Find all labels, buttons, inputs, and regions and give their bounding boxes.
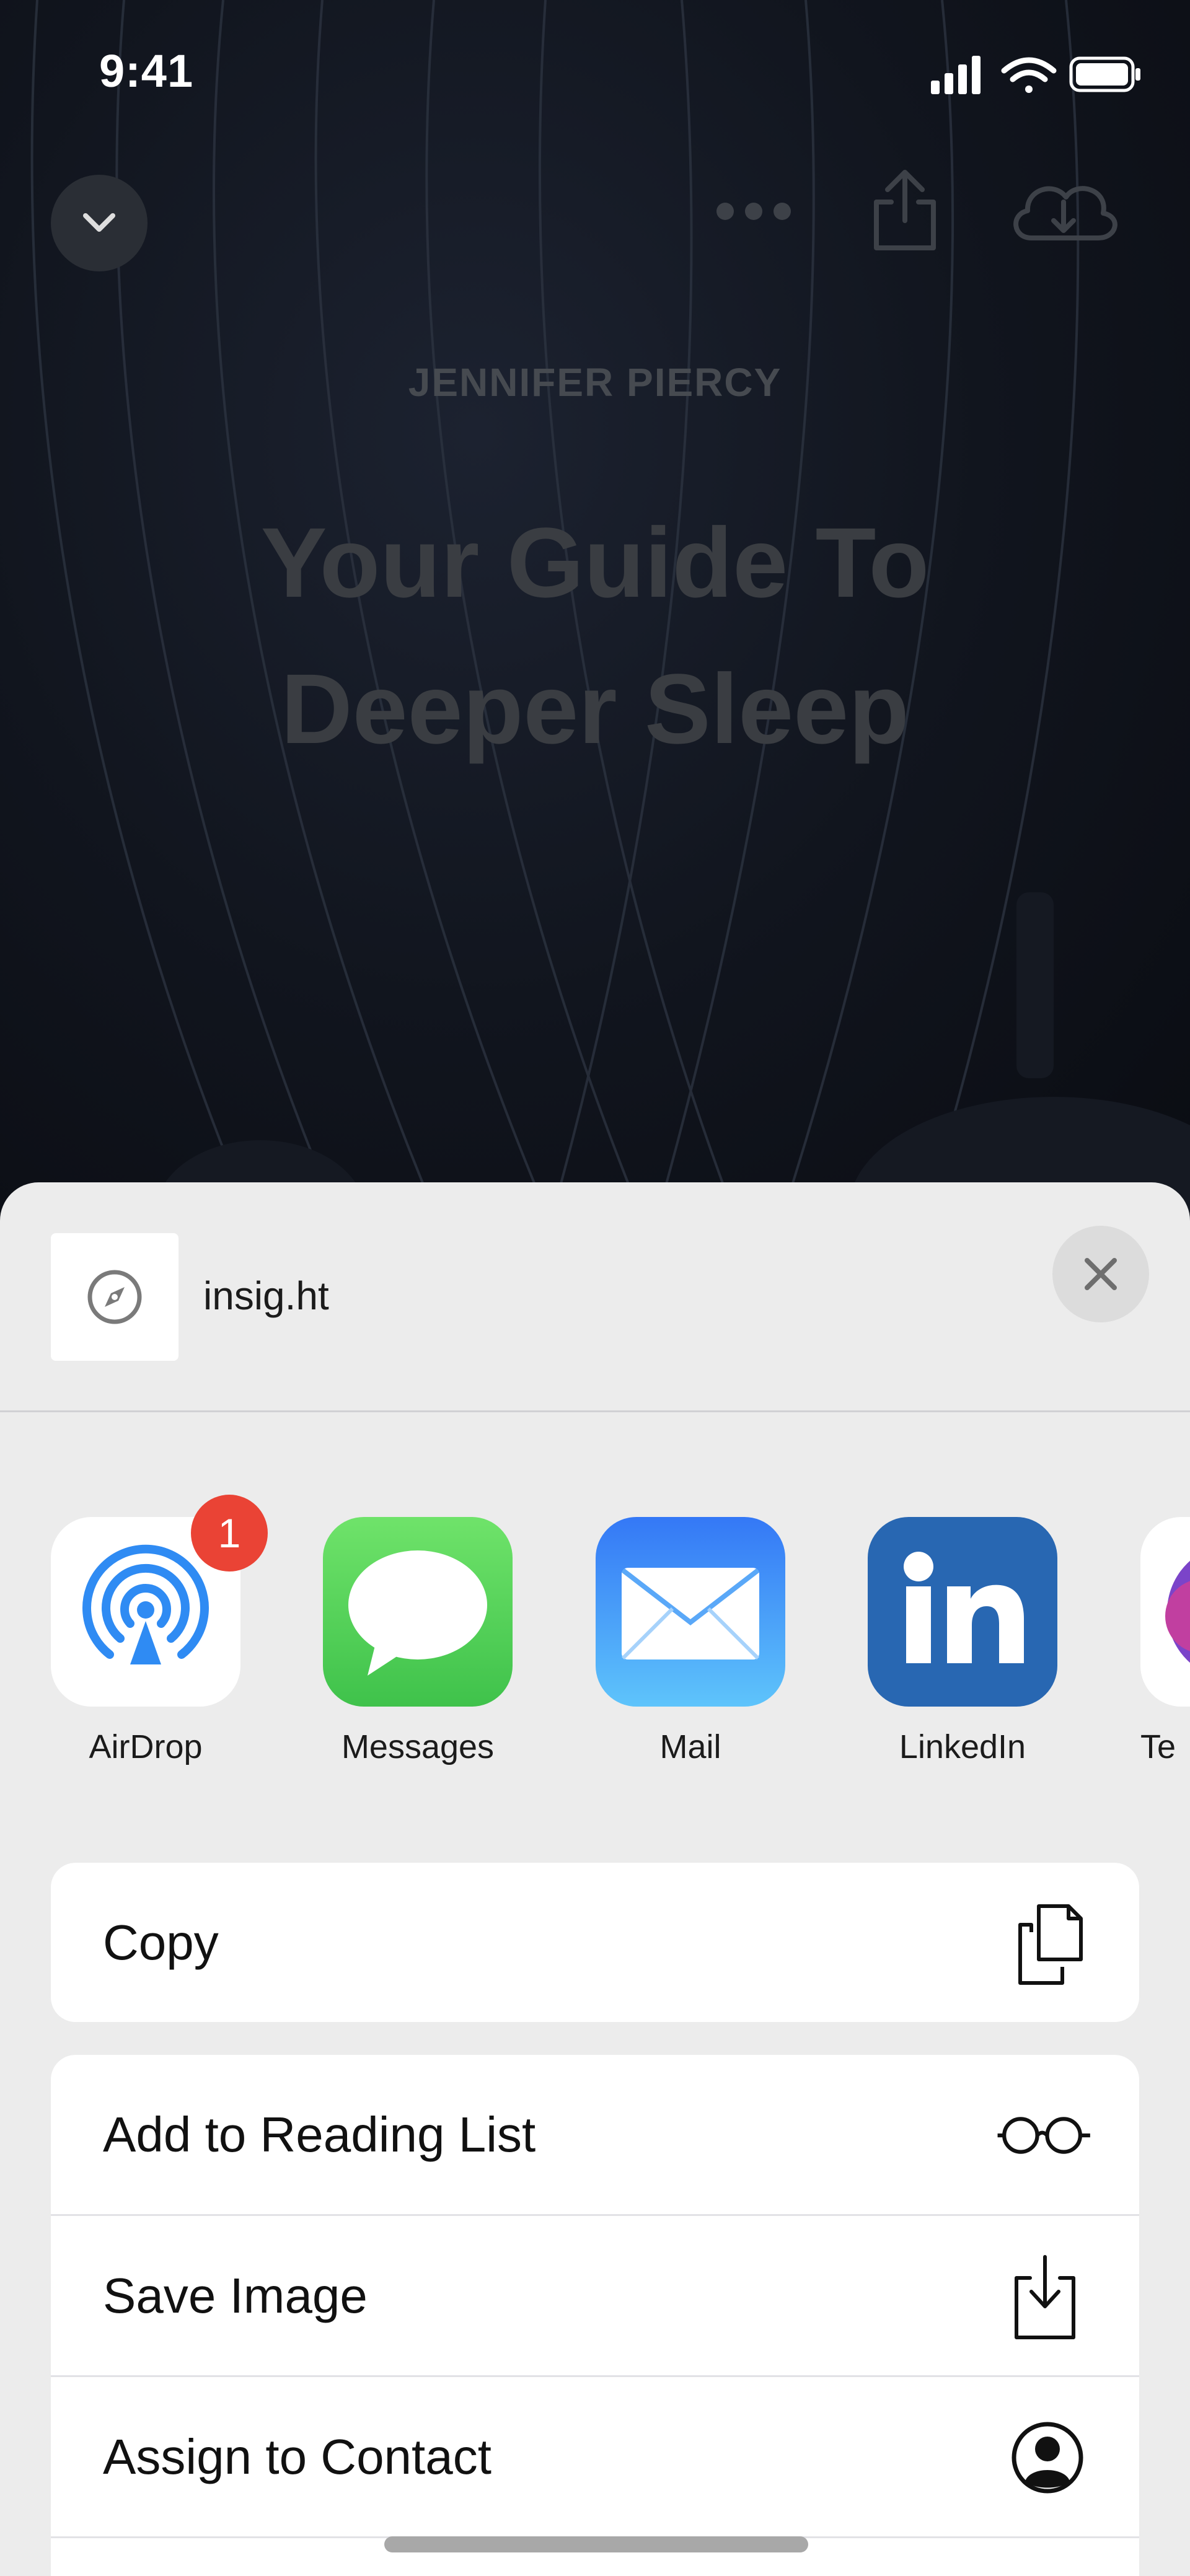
track-title-line: Your Guide To xyxy=(260,507,930,618)
cloud-download-icon xyxy=(1013,186,1117,240)
copy-icon xyxy=(1018,1904,1083,1985)
track-title: Your Guide To Deeper Sleep xyxy=(0,490,1190,782)
action-group-main: Add to Reading List Save Image Assign to… xyxy=(51,2055,1139,2576)
assign-to-contact-action[interactable]: Assign to Contact xyxy=(51,2377,1139,2538)
home-indicator[interactable] xyxy=(384,2536,808,2552)
chevron-down-icon xyxy=(83,213,115,232)
close-button[interactable] xyxy=(1052,1226,1149,1322)
share-app-label: Te xyxy=(1140,1728,1176,1765)
wifi-icon xyxy=(1001,57,1057,93)
contact-icon xyxy=(1011,2422,1083,2494)
teams-icon xyxy=(1140,1517,1190,1707)
save-image-icon xyxy=(1015,2255,1075,2339)
share-button[interactable] xyxy=(868,167,942,254)
copy-action[interactable]: Copy xyxy=(51,1863,1139,2022)
action-label: Assign to Contact xyxy=(103,2429,491,2484)
save-image-action[interactable]: Save Image xyxy=(51,2216,1139,2377)
status-icons xyxy=(931,56,1140,94)
header-divider xyxy=(0,1410,1190,1412)
messages-icon xyxy=(323,1517,513,1707)
share-app-messages[interactable]: Messages xyxy=(323,1517,513,1765)
action-label: Add to Reading List xyxy=(103,2107,536,2162)
close-icon xyxy=(1085,1258,1117,1290)
share-icon xyxy=(874,170,936,250)
download-button[interactable] xyxy=(1004,167,1122,254)
share-app-label: LinkedIn xyxy=(899,1728,1026,1765)
add-to-reading-list-action[interactable]: Add to Reading List xyxy=(51,2055,1139,2216)
collapse-player-button[interactable] xyxy=(51,175,148,271)
status-time: 9:41 xyxy=(99,45,194,97)
notification-badge: 1 xyxy=(191,1495,268,1572)
share-app-mail[interactable]: Mail xyxy=(596,1517,785,1765)
linkedin-icon xyxy=(868,1517,1057,1707)
share-sheet: insig.ht 1 AirDrop Messages Mail LinkedI… xyxy=(0,1182,1190,2576)
share-sheet-header: insig.ht xyxy=(0,1182,1190,1412)
share-app-teams[interactable]: Te xyxy=(1140,1517,1190,1765)
link-thumbnail xyxy=(51,1233,178,1361)
share-app-airdrop[interactable]: 1 AirDrop xyxy=(51,1495,268,1765)
share-app-linkedin[interactable]: LinkedIn xyxy=(868,1517,1057,1765)
action-group-copy: Copy xyxy=(51,1863,1139,2022)
safari-compass-icon xyxy=(87,1270,142,1324)
more-options-button[interactable] xyxy=(713,189,795,234)
action-label: Save Image xyxy=(103,2268,368,2323)
ellipsis-icon xyxy=(716,203,791,220)
cellular-signal-icon xyxy=(931,56,981,94)
player-background: 9:41 JENNIFER PIERCY Your Guide To Deepe… xyxy=(0,0,1190,1239)
mail-icon xyxy=(596,1517,785,1707)
glasses-icon xyxy=(997,2117,1090,2154)
author-name: JENNIFER PIERCY xyxy=(408,360,782,405)
action-label: Copy xyxy=(103,1915,219,1970)
share-apps-row: 1 AirDrop Messages Mail LinkedIn Te xyxy=(0,1495,1190,1777)
track-title-line: Deeper Sleep xyxy=(281,653,909,764)
share-app-label: Mail xyxy=(659,1728,721,1765)
share-app-label: Messages xyxy=(341,1728,495,1765)
shared-url: insig.ht xyxy=(203,1273,329,1318)
share-app-label: AirDrop xyxy=(89,1728,203,1765)
battery-icon xyxy=(1069,56,1140,92)
